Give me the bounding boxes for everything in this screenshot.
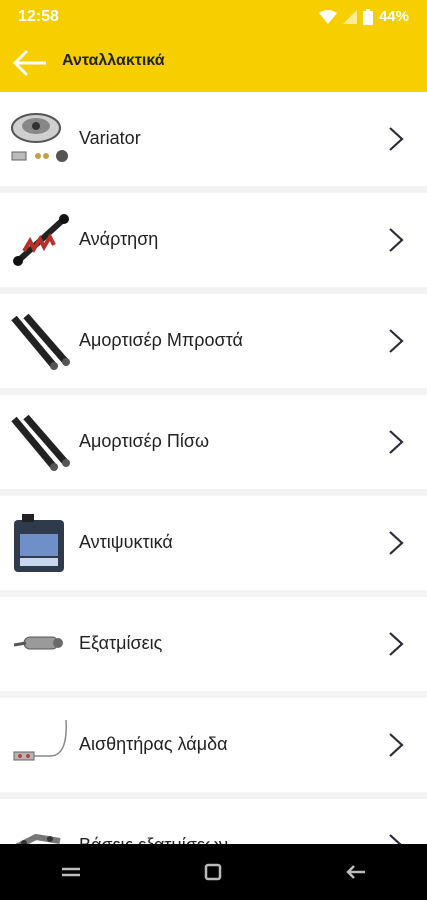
home-button[interactable] — [183, 852, 243, 892]
lambda-sensor-icon — [13, 719, 67, 761]
item-label: Εξατμίσεις — [79, 633, 163, 653]
system-nav-bar — [0, 844, 427, 900]
list-item[interactable]: Βάσεις εξατμίσεων — [0, 799, 427, 844]
wifi-icon — [318, 9, 337, 24]
rear-shock-absorber-icon — [11, 414, 70, 471]
list-item[interactable]: Ανάρτηση — [0, 193, 427, 287]
chevron-right-icon — [389, 127, 404, 151]
chevron-right-icon — [389, 531, 404, 555]
page-title: Ανταλλακτικά — [62, 52, 165, 69]
suspension-spring-icon — [13, 214, 69, 266]
chevron-right-icon — [389, 632, 404, 656]
chevron-right-icon — [389, 733, 404, 757]
app-bar: Ανταλλακτικά — [0, 34, 427, 92]
system-back-button[interactable] — [326, 852, 386, 892]
list-item[interactable]: Αμορτισέρ Μπροστά — [0, 294, 427, 388]
chevron-right-icon — [389, 430, 404, 454]
list-item[interactable]: Variator — [0, 92, 427, 186]
antifreeze-can-icon — [14, 514, 64, 572]
chevron-right-icon — [389, 834, 402, 844]
exhaust-icon — [13, 636, 63, 650]
battery-icon — [362, 8, 373, 25]
list-item[interactable]: Αισθητήρας λάμδα — [0, 698, 427, 792]
item-label: Αισθητήρας λάμδα — [79, 734, 228, 754]
status-time: 12:58 — [18, 8, 59, 25]
item-label: Ανάρτηση — [79, 229, 159, 249]
category-list: Variator Ανάρτηση Αμορτισέρ Μπροστά Αμορ… — [0, 92, 427, 844]
cell-signal-icon — [342, 9, 357, 24]
list-item[interactable]: Αντιψυκτικά — [0, 496, 427, 590]
item-label: Αμορτισέρ Μπροστά — [79, 330, 243, 350]
back-button[interactable] — [10, 46, 48, 80]
item-label: Αντιψυκτικά — [79, 532, 173, 552]
status-icons: 44% — [318, 8, 409, 25]
list-item[interactable]: Αμορτισέρ Πίσω — [0, 395, 427, 489]
list-item[interactable]: Εξατμίσεις — [0, 597, 427, 691]
exhaust-bracket-icon — [15, 833, 61, 844]
front-shock-absorber-icon — [11, 313, 70, 370]
home-square-icon — [205, 863, 222, 881]
status-bar: 12:58 44% — [0, 0, 427, 34]
variator-icon — [11, 113, 68, 162]
chevron-right-icon — [389, 228, 404, 252]
item-label: Αμορτισέρ Πίσω — [79, 431, 210, 451]
chevron-right-icon — [389, 329, 404, 353]
back-arrow-icon — [346, 865, 365, 879]
arrow-left-icon — [13, 50, 46, 76]
recents-icon — [62, 867, 81, 877]
item-label: Variator — [79, 128, 141, 148]
item-label: Βάσεις εξατμίσεων — [79, 835, 228, 844]
recents-button[interactable] — [41, 852, 101, 892]
battery-percent: 44% — [378, 8, 409, 25]
